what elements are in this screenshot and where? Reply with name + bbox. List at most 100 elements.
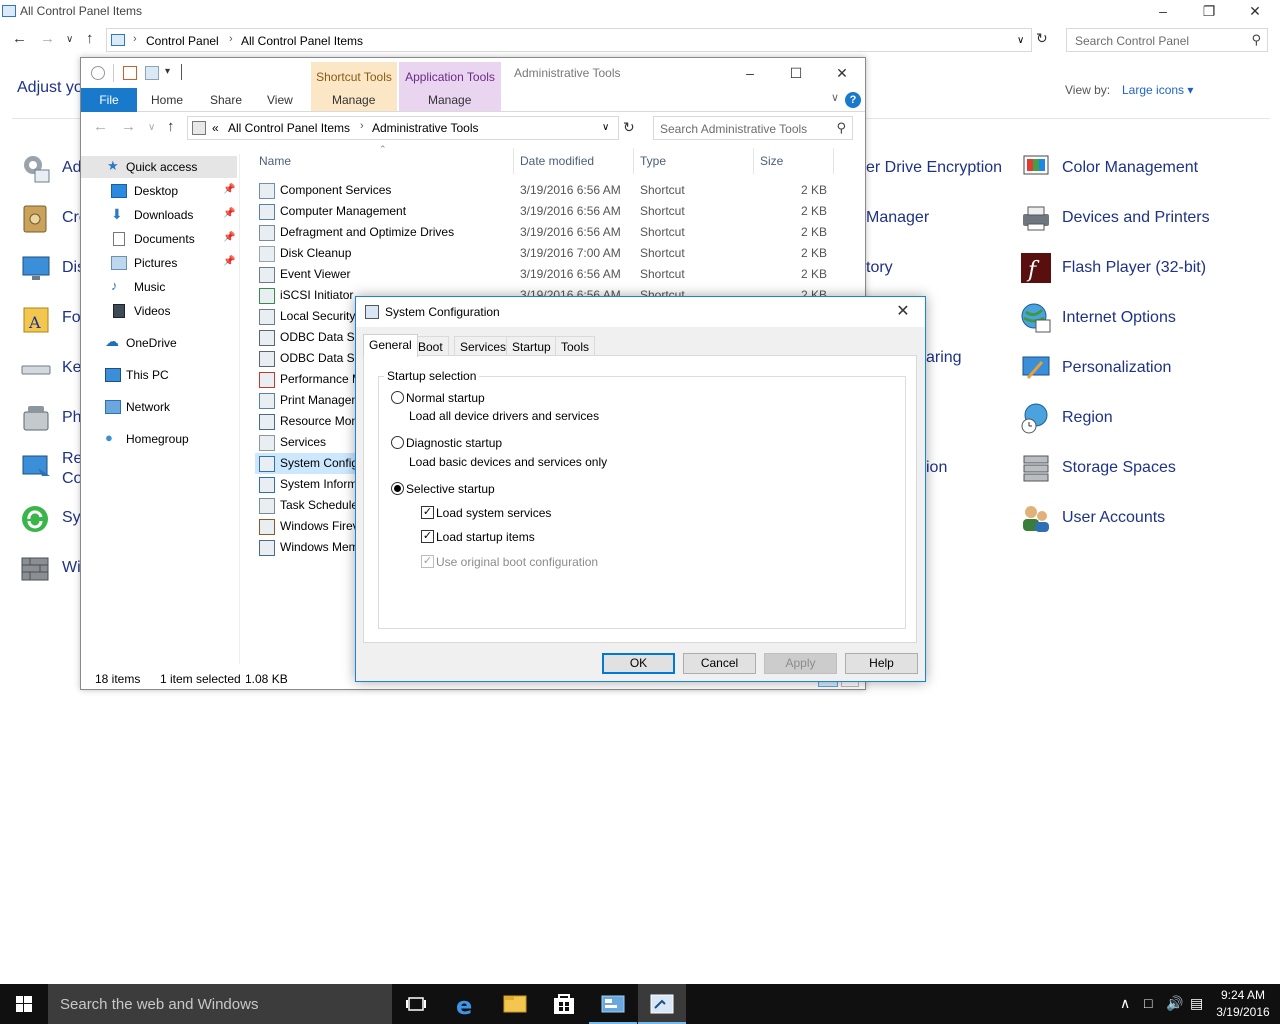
- recent-dropdown-icon[interactable]: ∨: [66, 34, 73, 45]
- column-divider[interactable]: [753, 148, 754, 174]
- taskbar-edge[interactable]: e: [442, 984, 490, 1024]
- nav-onedrive[interactable]: ☁ OneDrive: [81, 332, 237, 354]
- diagnostic-startup-label[interactable]: Diagnostic startup: [406, 436, 502, 450]
- nav-desktop[interactable]: Desktop 📌: [81, 180, 237, 202]
- refresh-icon[interactable]: ↻: [1036, 30, 1048, 47]
- column-header-name[interactable]: Name: [259, 154, 291, 168]
- maximize-button[interactable]: ☐: [773, 60, 819, 86]
- network-icon[interactable]: □: [1144, 995, 1152, 1011]
- selective-startup-radio[interactable]: [391, 482, 404, 495]
- recent-dropdown-icon[interactable]: ∨: [148, 122, 155, 133]
- properties-gear-icon[interactable]: [91, 66, 105, 80]
- tab-home[interactable]: Home: [151, 93, 183, 107]
- taskbar-control-panel[interactable]: [589, 984, 637, 1024]
- normal-startup-label[interactable]: Normal startup: [406, 391, 485, 405]
- back-arrow-icon[interactable]: ←: [93, 118, 108, 135]
- volume-icon[interactable]: 🔊: [1166, 995, 1183, 1012]
- clock-date[interactable]: 3/19/2016: [1210, 1005, 1276, 1019]
- nav-videos[interactable]: Videos: [81, 300, 237, 322]
- chevron-right-icon[interactable]: ›: [133, 33, 137, 45]
- column-divider[interactable]: [513, 148, 514, 174]
- cp-item-device-manager[interactable]: Manager: [866, 200, 946, 240]
- tab-file[interactable]: File: [81, 88, 137, 112]
- file-row[interactable]: Component Services 3/19/2016 6:56 AM Short…: [255, 180, 833, 201]
- cp-item-keyboard[interactable]: Ke: [20, 350, 82, 390]
- load-startup-items-label[interactable]: Load startup items: [436, 530, 535, 544]
- selective-startup-label[interactable]: Selective startup: [406, 482, 495, 496]
- cp-item-credential-manager[interactable]: Cre: [20, 200, 88, 240]
- cp-item-internet-options[interactable]: Internet Options: [1020, 300, 1220, 340]
- explorer-search[interactable]: Search Administrative Tools ⚲: [653, 116, 853, 140]
- breadcrumb-overflow[interactable]: «: [212, 121, 219, 135]
- breadcrumb-all-items[interactable]: All Control Panel Items: [228, 121, 350, 135]
- cp-item-bitlocker[interactable]: er Drive Encryption: [866, 150, 1006, 190]
- column-divider[interactable]: [633, 148, 634, 174]
- breadcrumb-all-items[interactable]: All Control Panel Items: [241, 34, 363, 48]
- file-row[interactable]: Computer Management 3/19/2016 6:56 AM Shor…: [255, 201, 833, 222]
- breadcrumb-admin-tools[interactable]: Administrative Tools: [372, 121, 479, 135]
- forward-arrow-icon[interactable]: →: [121, 118, 136, 135]
- cp-item-display[interactable]: Dis: [20, 250, 85, 290]
- column-header-date[interactable]: Date modified: [520, 154, 594, 168]
- cp-item-personalization[interactable]: Personalization: [1020, 350, 1220, 390]
- restore-button[interactable]: ❐: [1186, 0, 1232, 24]
- column-divider[interactable]: [833, 148, 834, 174]
- address-bar[interactable]: › Control Panel › All Control Panel Item…: [106, 28, 1032, 52]
- tab-share[interactable]: Share: [210, 93, 242, 107]
- control-panel-search[interactable]: Search Control Panel ⚲: [1066, 28, 1268, 52]
- chevron-right-icon[interactable]: ›: [229, 33, 233, 45]
- cp-item-administrative-tools[interactable]: Ad: [20, 150, 82, 190]
- tab-services[interactable]: Services: [454, 336, 513, 356]
- chevron-right-icon[interactable]: ›: [360, 120, 364, 132]
- cp-item-storage-spaces[interactable]: Storage Spaces: [1020, 450, 1220, 490]
- column-header-type[interactable]: Type: [640, 154, 666, 168]
- address-dropdown-icon[interactable]: ∨: [1017, 35, 1024, 46]
- help-button[interactable]: Help: [845, 653, 918, 674]
- refresh-icon[interactable]: ↻: [623, 119, 635, 136]
- cp-item-user-accounts[interactable]: User Accounts: [1020, 500, 1220, 540]
- taskbar-system-configuration[interactable]: [638, 984, 686, 1024]
- taskbar-store[interactable]: [540, 984, 588, 1024]
- cp-item-devices-and-printers[interactable]: Devices and Printers: [1020, 200, 1220, 240]
- search-icon[interactable]: ⚲: [1251, 32, 1261, 48]
- diagnostic-startup-radio[interactable]: [391, 436, 404, 449]
- load-system-services-label[interactable]: Load system services: [436, 506, 551, 520]
- up-arrow-icon[interactable]: ↑: [167, 118, 175, 135]
- pane-splitter[interactable]: [239, 154, 240, 664]
- cp-item-region[interactable]: Region: [1020, 400, 1220, 440]
- cp-item-flash-player[interactable]: f Flash Player (32-bit): [1020, 250, 1220, 290]
- forward-arrow-icon[interactable]: →: [40, 30, 55, 47]
- cp-item-phone-and-modem[interactable]: Ph: [20, 400, 82, 440]
- cp-item-network-sharing[interactable]: aring: [926, 340, 986, 380]
- qat-dropdown-icon[interactable]: ▾: [165, 66, 170, 77]
- minimize-button[interactable]: –: [1140, 0, 1186, 24]
- nav-pictures[interactable]: Pictures 📌: [81, 252, 237, 274]
- address-bar[interactable]: « All Control Panel Items › Administrati…: [187, 116, 619, 140]
- minimize-button[interactable]: –: [727, 60, 773, 86]
- close-button[interactable]: ✕: [885, 297, 921, 327]
- tab-manage-application[interactable]: Manage: [428, 93, 471, 107]
- cp-item-fonts[interactable]: A Fo: [20, 300, 81, 340]
- breadcrumb-control-panel[interactable]: Control Panel: [146, 34, 219, 48]
- nav-this-pc[interactable]: This PC: [81, 364, 237, 386]
- address-dropdown-icon[interactable]: ∨: [602, 122, 609, 133]
- cp-item-sync-center[interactable]: Sy: [20, 500, 81, 540]
- collapse-ribbon-icon[interactable]: ∨: [831, 91, 839, 104]
- search-icon[interactable]: ⚲: [836, 120, 846, 136]
- cp-item-recovery[interactable]: ion: [926, 450, 966, 490]
- start-button[interactable]: [0, 984, 48, 1024]
- load-startup-items-checkbox[interactable]: ✓: [421, 530, 434, 543]
- close-button[interactable]: ✕: [1232, 0, 1278, 24]
- tab-startup[interactable]: Startup: [506, 336, 557, 356]
- cp-item-color-management[interactable]: Color Management: [1020, 150, 1220, 190]
- ok-button[interactable]: OK: [602, 653, 675, 674]
- nav-network[interactable]: Network: [81, 396, 237, 418]
- file-row[interactable]: Defragment and Optimize Drives 3/19/2016 …: [255, 222, 833, 243]
- cancel-button[interactable]: Cancel: [683, 653, 756, 674]
- tab-general[interactable]: General: [363, 334, 418, 357]
- action-center-icon[interactable]: ▤: [1190, 995, 1203, 1012]
- normal-startup-radio[interactable]: [391, 391, 404, 404]
- tab-tools[interactable]: Tools: [555, 336, 596, 356]
- pin-icon[interactable]: 📌: [223, 184, 235, 195]
- taskbar-file-explorer[interactable]: [491, 984, 539, 1024]
